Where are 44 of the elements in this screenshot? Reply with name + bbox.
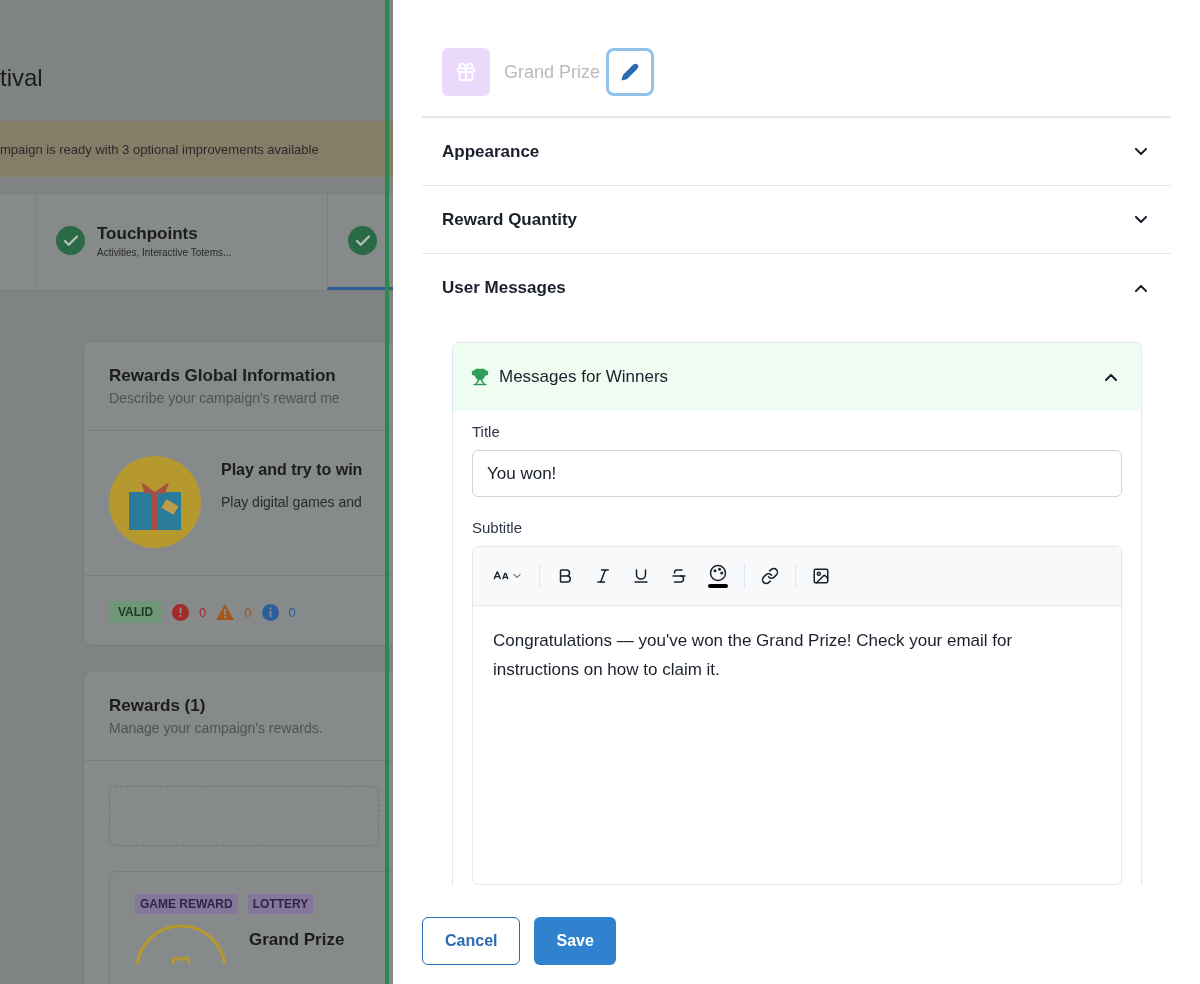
save-button[interactable]: Save: [534, 917, 616, 965]
chevron-down-icon: [1135, 148, 1147, 155]
trophy-icon: [471, 368, 489, 386]
strikethrough-icon: [670, 567, 688, 585]
card-title: Rewards (1): [109, 696, 207, 716]
editor-text: Congratulations — you've won the Grand Prize! Check your email for instructions on how to claim it.: [492, 630, 1014, 681]
reward-tag: GAME REWARD: [135, 894, 238, 914]
italic-icon: [594, 567, 612, 585]
reward-name: Grand Prize: [249, 930, 345, 951]
edit-button[interactable]: [606, 48, 655, 96]
resize-handle[interactable]: [383, 0, 391, 984]
card-subtitle: Manage your campaign's rewards.: [109, 720, 324, 736]
warning-icon: [216, 604, 235, 620]
field-label: Subtitle: [472, 519, 524, 536]
step-subtitle: Activities, Interactive Totems...: [97, 246, 232, 258]
issue-count: 0: [244, 604, 252, 620]
info-icon: [261, 603, 279, 621]
pencil-icon: [621, 63, 640, 81]
error-icon: [172, 603, 190, 621]
chevron-up-icon: [1105, 373, 1117, 381]
panel-header[interactable]: Messages for Winners: [453, 343, 1141, 411]
issue-count: 0: [199, 604, 207, 620]
step-title: Touchpoints: [97, 223, 199, 244]
reward-icon: [135, 924, 227, 964]
reward-name: Grand Prize: [504, 61, 601, 83]
chevron-up-icon: [1135, 284, 1147, 292]
card-subtitle: Describe your campaign's reward me: [109, 390, 341, 406]
field-label: Title: [472, 423, 501, 440]
reward-description: Play digital games and: [221, 494, 362, 510]
rich-text-editor[interactable]: Congratulations — you've won the Grand Prize! Check your email for instructions on how to claim it.: [472, 546, 1122, 885]
chevron-down-icon: [1135, 216, 1147, 223]
issue-count: 0: [288, 604, 296, 620]
link-icon: [761, 567, 779, 585]
status-badge: VALID: [109, 601, 163, 623]
underline-icon: [632, 567, 650, 585]
title-input[interactable]: You won!: [472, 450, 1122, 497]
gift-icon: [442, 48, 490, 96]
status-banner: mpaign is ready with 3 optional improvements available: [0, 121, 393, 177]
reward-heading: Play and try to win: [221, 461, 363, 479]
cancel-button[interactable]: Cancel: [422, 917, 521, 965]
page-title: tival: [0, 64, 43, 91]
image-icon: [812, 567, 830, 585]
reward-tag: LOTTERY: [247, 894, 314, 914]
card-title: Rewards Global Information: [109, 366, 337, 386]
